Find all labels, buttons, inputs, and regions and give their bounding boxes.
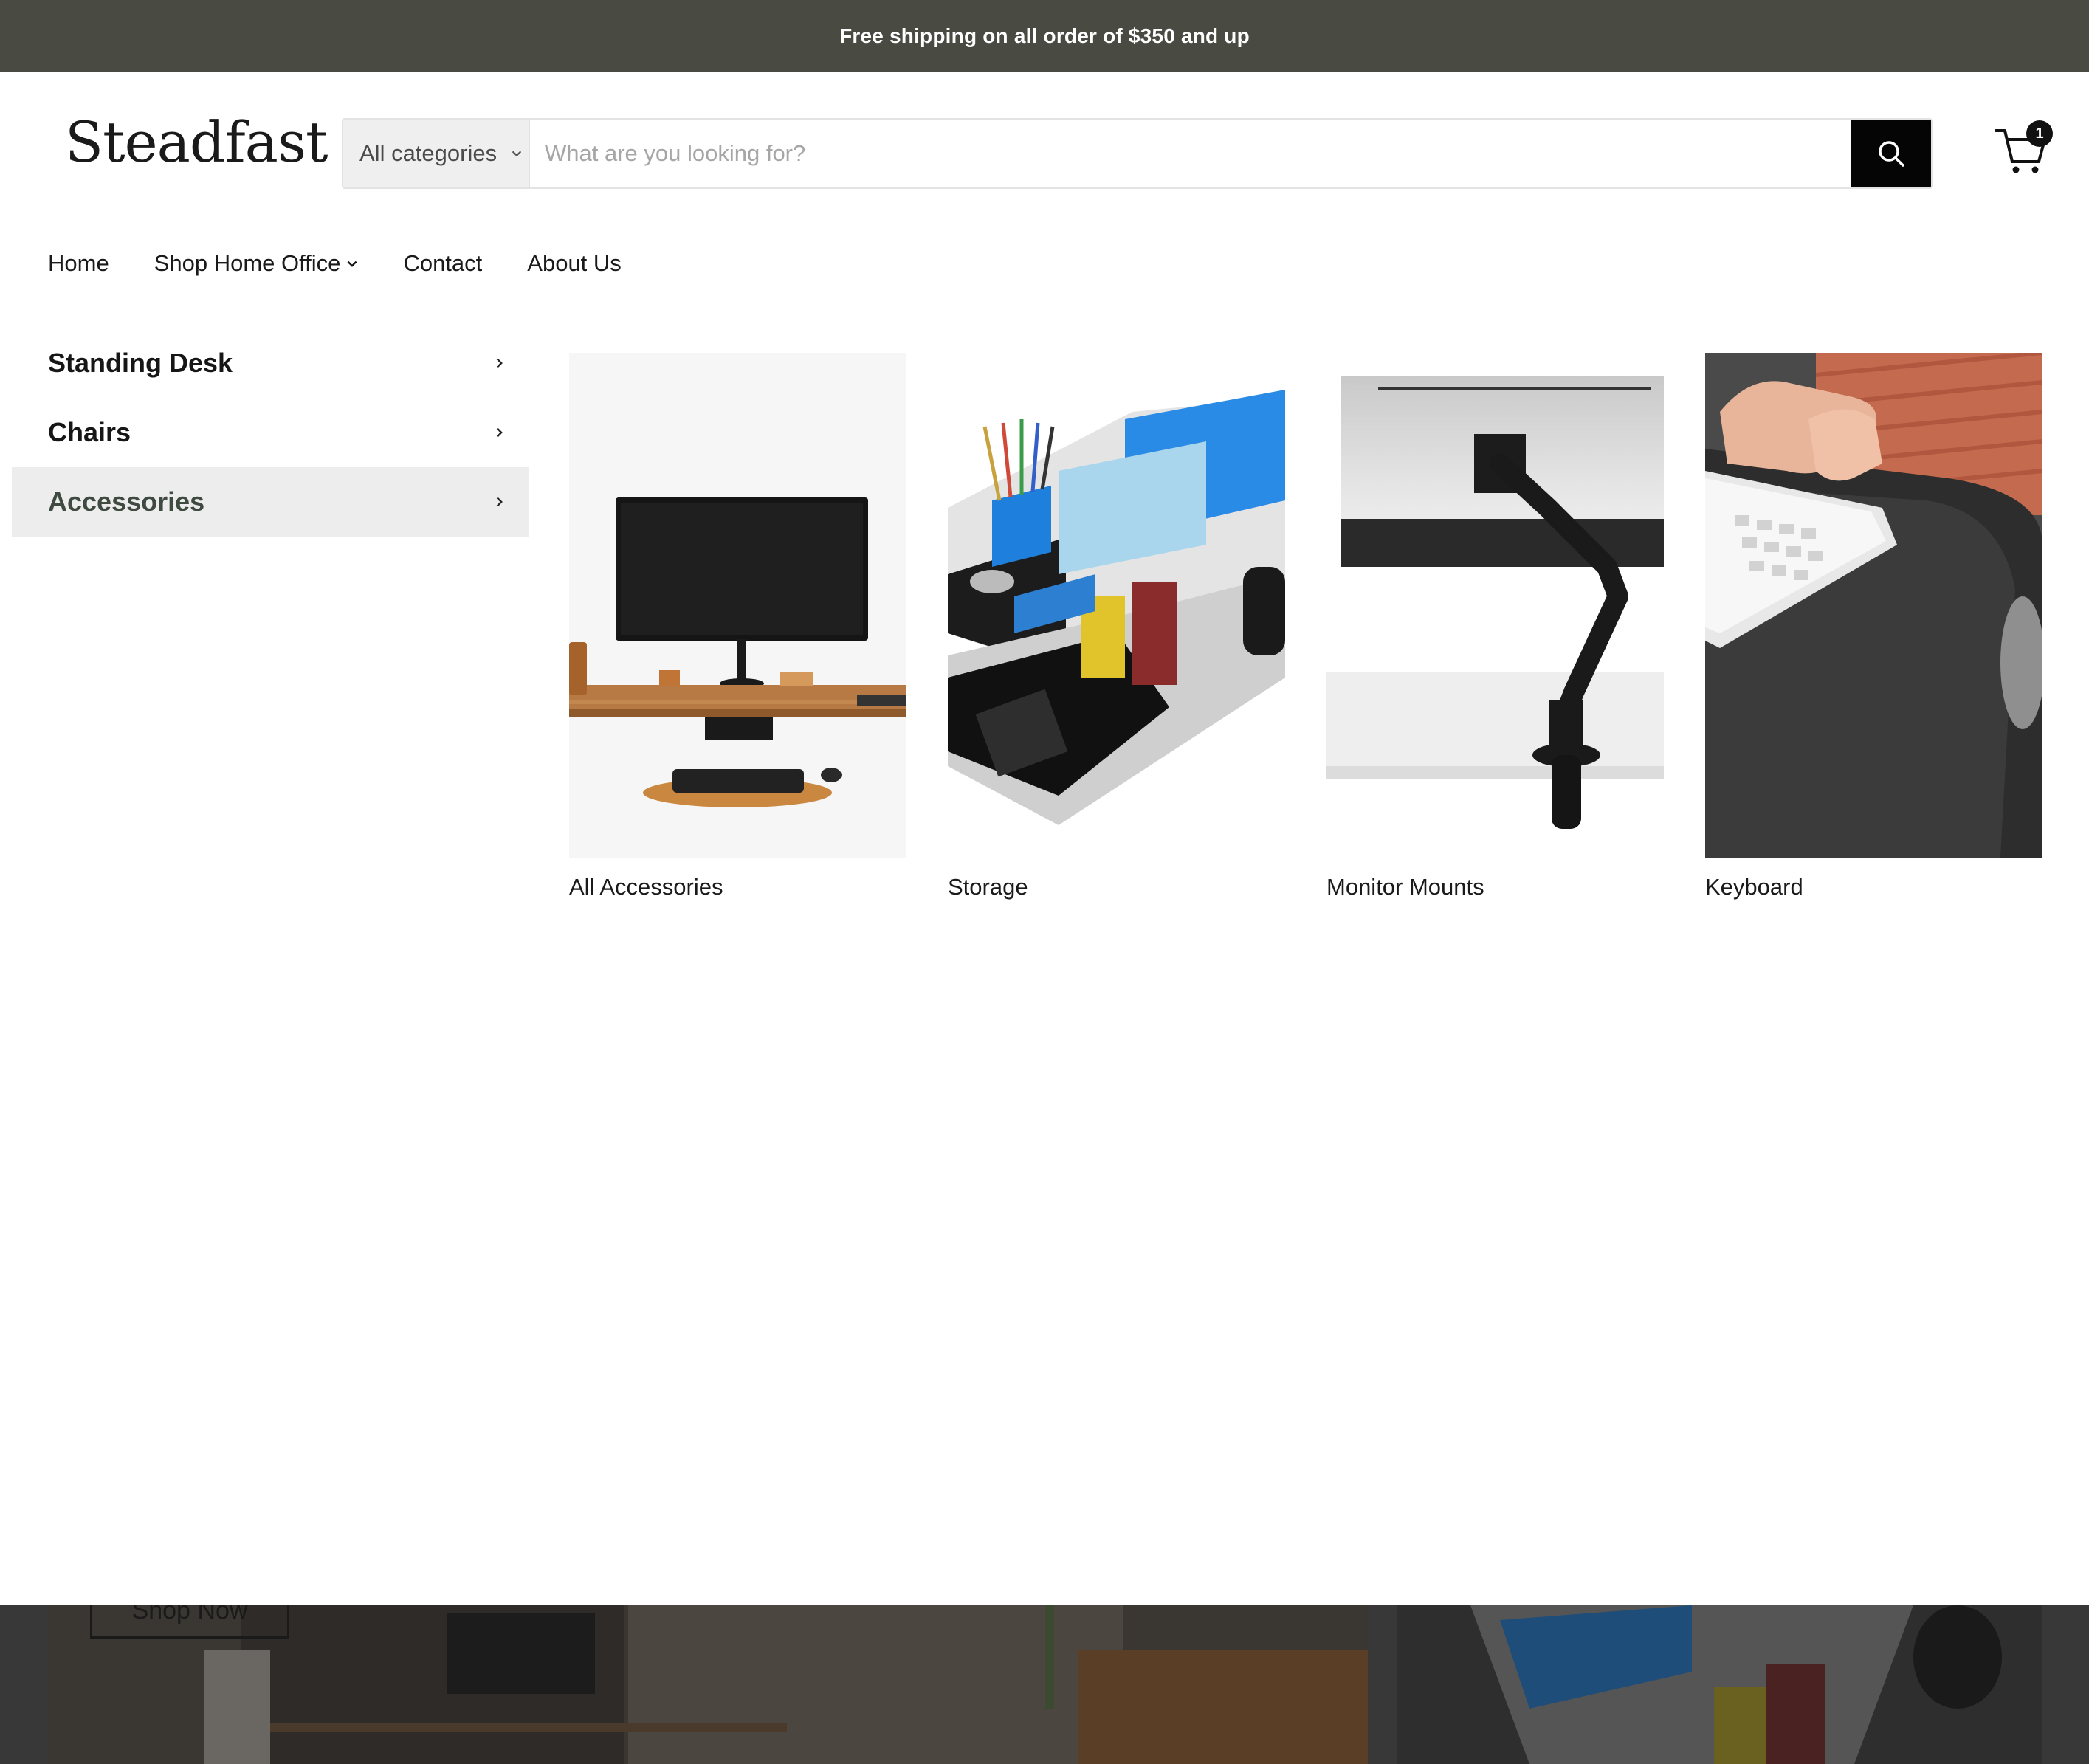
- nav-item-label: About Us: [527, 250, 622, 276]
- tile-all-accessories[interactable]: All Accessories: [569, 353, 906, 900]
- nav-item-label: Shop Home Office: [154, 250, 341, 276]
- category-label: Accessories: [48, 486, 205, 517]
- category-chairs[interactable]: Chairs: [12, 398, 529, 467]
- tile-image-monitor-arm[interactable]: [1326, 353, 1664, 858]
- category-label: Chairs: [48, 417, 131, 447]
- tile-image-desk-with-monitor[interactable]: [569, 353, 906, 858]
- tile-label: Monitor Mounts: [1326, 874, 1484, 900]
- mega-menu: Standing Desk Chairs Accessories All Acc…: [0, 328, 2089, 1605]
- tile-label: Keyboard: [1705, 874, 1803, 900]
- chevron-right-icon: [496, 358, 503, 368]
- chevron-down-icon: [512, 151, 522, 157]
- chevron-right-icon: [496, 497, 503, 507]
- nav-item-home[interactable]: Home: [48, 250, 109, 277]
- category-select-label: All categories: [359, 140, 498, 166]
- tile-image-keyboard-tray[interactable]: [1705, 353, 2042, 858]
- search-input[interactable]: [530, 120, 1851, 187]
- tile-keyboard[interactable]: Keyboard: [1705, 353, 2042, 900]
- nav-item-about-us[interactable]: About Us: [527, 250, 622, 277]
- promo-image: [1397, 1605, 2042, 1764]
- shop-now-button: Shop Now: [90, 1605, 289, 1639]
- category-label: Standing Desk: [48, 348, 233, 378]
- category-sidebar: Standing Desk Chairs Accessories: [12, 328, 529, 537]
- page-overlay[interactable]: Shop Now: [0, 1605, 2089, 1764]
- category-standing-desk[interactable]: Standing Desk: [12, 328, 529, 398]
- announcement-bar: Free shipping on all order of $350 and u…: [0, 0, 2089, 72]
- tile-image-desk-organizer[interactable]: [948, 353, 1285, 858]
- search-bar: All categories: [342, 118, 1933, 189]
- tile-storage[interactable]: Storage: [948, 353, 1285, 900]
- announcement-text: Free shipping on all order of $350 and u…: [839, 24, 1250, 47]
- tile-label: All Accessories: [569, 874, 723, 900]
- cart-count-badge: 1: [2026, 120, 2053, 147]
- category-select[interactable]: All categories: [343, 120, 530, 187]
- chevron-right-icon: [496, 427, 503, 438]
- tile-monitor-mounts[interactable]: Monitor Mounts: [1326, 353, 1664, 900]
- nav-item-shop-home-office[interactable]: Shop Home Office: [154, 250, 359, 277]
- category-accessories[interactable]: Accessories: [12, 467, 529, 537]
- nav-item-label: Contact: [403, 250, 483, 276]
- site-header: Steadfast All categories 1: [0, 72, 2089, 234]
- search-icon: [1879, 141, 1904, 167]
- main-nav: Home Shop Home Office Contact About Us: [0, 234, 2089, 293]
- search-button[interactable]: [1851, 120, 1931, 187]
- chevron-down-icon: [347, 261, 357, 267]
- tile-label: Storage: [948, 874, 1028, 900]
- nav-item-label: Home: [48, 250, 109, 276]
- nav-item-contact[interactable]: Contact: [403, 250, 482, 277]
- store-logo[interactable]: Steadfast: [65, 114, 328, 170]
